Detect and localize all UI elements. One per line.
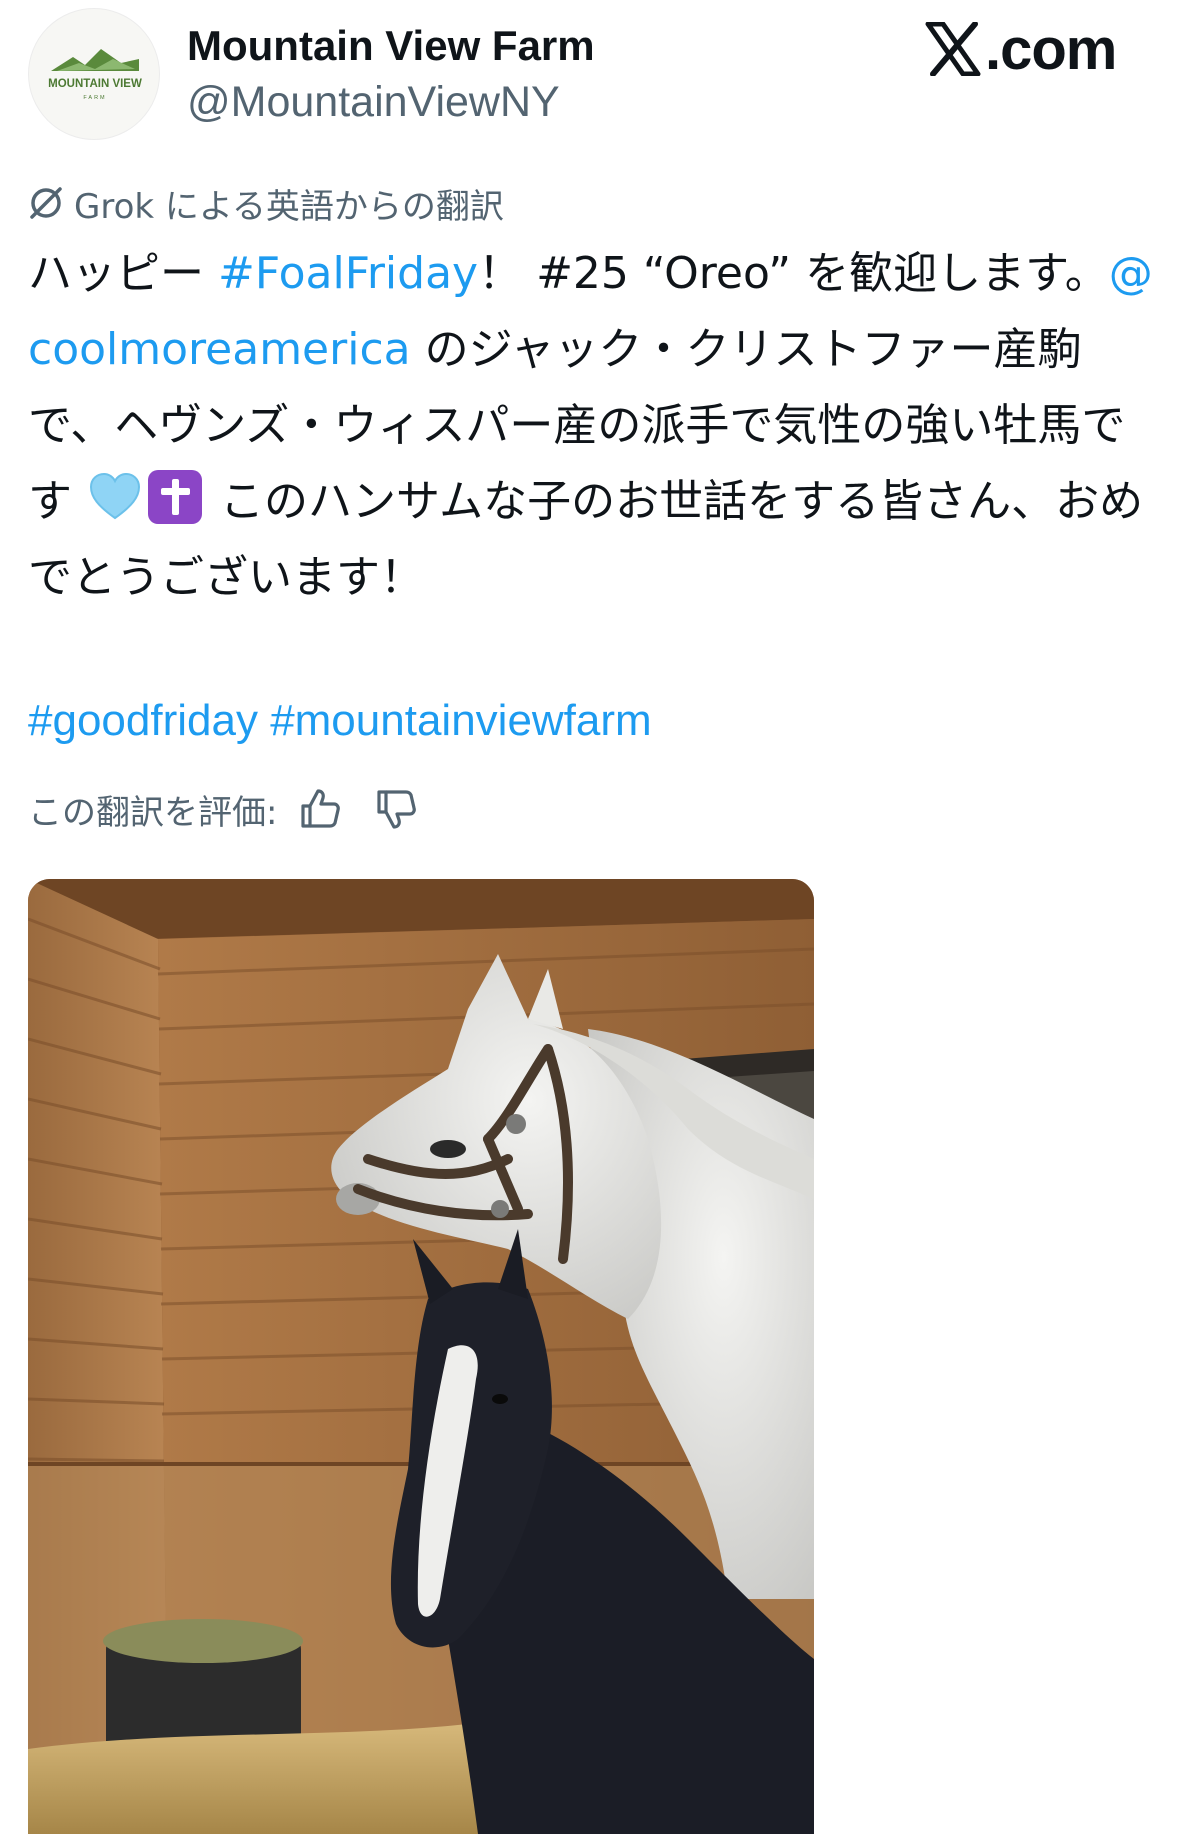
hashtag-link[interactable]: #mountainviewfarm [270, 696, 652, 745]
avatar[interactable]: MOUNTAIN VIEW FARM [28, 8, 160, 140]
tweet-text-part: ！ #25 “Oreo” を歓迎します。 [478, 248, 1109, 299]
display-name[interactable]: Mountain View Farm [187, 22, 595, 70]
hashtag-link[interactable]: #goodfriday [28, 696, 258, 745]
tweet-text: ハッピー #FoalFriday！ #25 “Oreo” を歓迎します。@coo… [28, 236, 1163, 616]
translation-label: Grok による英語からの翻訳 [74, 186, 504, 227]
tweet-photo[interactable] [28, 879, 814, 1834]
user-handle[interactable]: @MountainViewNY [187, 78, 560, 127]
rate-translation: この翻訳を評価: [28, 785, 419, 833]
hashtag-line: #goodfriday #mountainviewfarm [28, 696, 652, 746]
farm-logo-icon: MOUNTAIN VIEW FARM [48, 49, 142, 101]
avatar-logo-line1: MOUNTAIN VIEW [48, 78, 142, 90]
hashtag-link[interactable]: #FoalFriday [218, 248, 478, 299]
light-blue-heart-icon [89, 472, 141, 520]
x-watermark: .com [925, 16, 1125, 86]
grok-icon [30, 187, 62, 219]
horse-photo-image [28, 879, 814, 1834]
avatar-logo-line2: FARM [83, 95, 106, 101]
latin-cross-icon [148, 470, 202, 524]
thumbs-down-icon[interactable] [373, 786, 419, 832]
x-logo-icon [925, 22, 981, 76]
thumbs-up-icon[interactable] [297, 786, 343, 832]
rate-translation-label: この翻訳を評価: [28, 792, 278, 833]
translation-notice[interactable]: Grok による英語からの翻訳 [28, 180, 504, 227]
watermark-text: .com [985, 17, 1117, 82]
tweet-text-part: ハッピー [28, 248, 218, 299]
